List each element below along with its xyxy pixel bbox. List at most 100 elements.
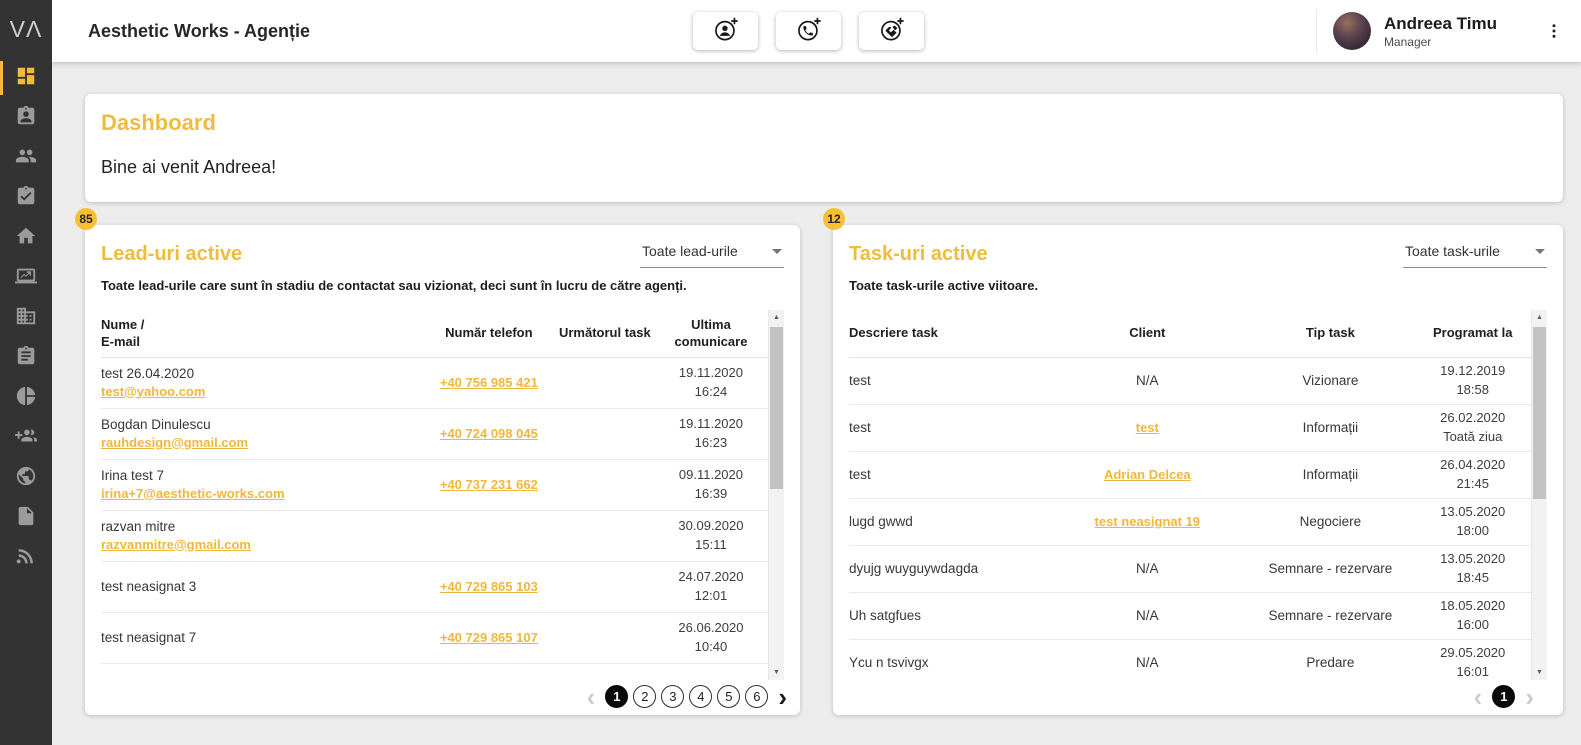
add-call-button[interactable] xyxy=(776,12,841,50)
dashboard-title: Dashboard xyxy=(101,110,216,136)
lead-phone-link[interactable]: +40 737 231 662 xyxy=(440,477,538,492)
page-title: Aesthetic Works - Agenție xyxy=(88,0,310,62)
lead-phone-link[interactable]: +40 729 865 103 xyxy=(440,579,538,594)
next-page-arrow[interactable]: › xyxy=(1525,687,1534,707)
lead-last-communication: 24.07.202012:01 xyxy=(658,568,764,606)
lead-email-link[interactable]: razvanmitre@gmail.com xyxy=(101,537,251,552)
task-description: dyujg wuyguywdagda xyxy=(849,561,978,576)
lead-name: test 26.04.2020 xyxy=(101,366,426,381)
sidebar-item-building[interactable] xyxy=(0,298,52,338)
building-icon xyxy=(15,305,37,332)
tasks-filter-value: Toate task-urile xyxy=(1405,243,1500,259)
add-deal-button[interactable] xyxy=(859,12,924,50)
tasks-rows: test N/A Vizionare 19.12.201918:58 test … xyxy=(849,358,1547,681)
lead-last-communication: 19.11.202016:23 xyxy=(658,415,764,453)
lead-email-link[interactable]: rauhdesign@gmail.com xyxy=(101,435,248,450)
person-add-circle-icon xyxy=(712,16,739,46)
top-header: Aesthetic Works - Agenție xyxy=(52,0,1581,62)
lead-row: test neasignat 3 +40 729 865 103 24.07.2… xyxy=(101,562,784,613)
lead-name: Nushi xyxy=(101,681,426,682)
sidebar-item-contact-badge[interactable] xyxy=(0,98,52,138)
leads-filter-select[interactable]: Toate lead-urile xyxy=(640,241,784,268)
lead-phone-link[interactable]: +40 724 098 045 xyxy=(440,426,538,441)
sidebar-item-clipboard[interactable] xyxy=(0,338,52,378)
task-description: test xyxy=(849,420,871,435)
sidebar-item-laptop-chart[interactable] xyxy=(0,258,52,298)
person-add-icon xyxy=(15,425,37,452)
sidebar-item-document[interactable] xyxy=(0,498,52,538)
task-type: Semnare - rezervare xyxy=(1268,561,1392,576)
task-description: test xyxy=(849,467,871,482)
tasks-panel-title: Task-uri active xyxy=(849,243,988,266)
page-button-2[interactable]: 2 xyxy=(633,685,656,708)
lead-last-communication: 26.06.2020 xyxy=(658,680,764,681)
task-type: Informații xyxy=(1303,467,1359,482)
kebab-menu-icon[interactable] xyxy=(1545,22,1563,40)
app-logo: VΛ xyxy=(0,0,52,58)
lead-email-link[interactable]: irina+7@aesthetic-works.com xyxy=(101,486,285,501)
rss-icon xyxy=(15,545,37,572)
task-client: N/A xyxy=(1136,655,1159,670)
task-client-link[interactable]: Adrian Delcea xyxy=(1104,467,1191,482)
prev-page-arrow[interactable]: ‹ xyxy=(1474,687,1483,707)
scroll-thumb[interactable] xyxy=(1533,327,1546,499)
lead-email-link[interactable]: test@yahoo.com xyxy=(101,384,205,399)
sidebar-item-rss[interactable] xyxy=(0,538,52,578)
task-row: Uh satgfues N/A Semnare - rezervare 18.0… xyxy=(849,593,1547,640)
lead-row: Irina test 7 irina+7@aesthetic-works.com… xyxy=(101,460,784,511)
scroll-down-icon[interactable]: ▼ xyxy=(769,669,784,676)
clipboard-icon xyxy=(15,345,37,372)
page-button-1[interactable]: 1 xyxy=(605,685,628,708)
welcome-message: Bine ai venit Andreea! xyxy=(101,157,276,178)
user-menu[interactable]: Andreea Timu Manager xyxy=(1316,0,1569,62)
page-button-1[interactable]: 1 xyxy=(1492,685,1515,708)
main-content: Dashboard Bine ai venit Andreea! 85 Lead… xyxy=(52,62,1581,745)
tasks-table-scrollbar[interactable]: ▲ ▼ xyxy=(1531,310,1547,680)
tasks-filter-select[interactable]: Toate task-urile xyxy=(1403,241,1547,268)
lead-phone-link[interactable]: +40 729 865 107 xyxy=(440,630,538,645)
prev-page-arrow[interactable]: ‹ xyxy=(587,687,596,707)
user-role: Manager xyxy=(1384,35,1497,49)
sidebar-item-clipboard-check[interactable] xyxy=(0,178,52,218)
dashboard-icon xyxy=(15,65,37,92)
avatar[interactable] xyxy=(1333,12,1371,50)
col-phone: Număr telefon xyxy=(426,325,552,341)
phone-add-circle-icon xyxy=(795,16,822,46)
scroll-up-icon[interactable]: ▲ xyxy=(769,314,784,321)
task-type: Negociere xyxy=(1300,514,1362,529)
globe-icon xyxy=(15,465,37,492)
tasks-count-badge: 12 xyxy=(823,208,845,230)
task-client-link[interactable]: test neasignat 19 xyxy=(1095,514,1201,529)
page-button-5[interactable]: 5 xyxy=(717,685,740,708)
lead-phone-link[interactable]: +40 756 985 421 xyxy=(440,375,538,390)
task-description: Ycu n tsvivgx xyxy=(849,655,929,670)
sidebar-item-home[interactable] xyxy=(0,218,52,258)
scroll-thumb[interactable] xyxy=(770,327,783,489)
tasks-table-header: Descriere task Client Tip task Programat… xyxy=(849,310,1547,358)
task-client-link[interactable]: test xyxy=(1136,420,1159,435)
page-button-3[interactable]: 3 xyxy=(661,685,684,708)
col-next-task: Următorul task xyxy=(552,325,658,341)
leads-panel-description: Toate lead-urile care sunt în stadiu de … xyxy=(101,278,784,293)
leads-pagination: ‹ 123456 › xyxy=(582,685,792,708)
task-row: test test Informații 26.02.2020Toată ziu… xyxy=(849,405,1547,452)
leads-panel-title: Lead-uri active xyxy=(101,243,242,266)
lead-name: Bogdan Dinulescu xyxy=(101,417,426,432)
people-icon xyxy=(15,145,37,172)
page-button-6[interactable]: 6 xyxy=(745,685,768,708)
add-contact-button[interactable] xyxy=(693,12,758,50)
sidebar-item-globe[interactable] xyxy=(0,458,52,498)
sidebar-item-dashboard[interactable] xyxy=(0,58,52,98)
next-page-arrow[interactable]: › xyxy=(778,687,787,707)
lead-name: razvan mitre xyxy=(101,519,426,534)
tasks-panel-description: Toate task-urile active viitoare. xyxy=(849,278,1547,293)
sidebar-item-people[interactable] xyxy=(0,138,52,178)
scroll-up-icon[interactable]: ▲ xyxy=(1532,314,1547,321)
task-type: Vizionare xyxy=(1302,373,1358,388)
leads-table-scrollbar[interactable]: ▲ ▼ xyxy=(768,310,784,680)
page-button-4[interactable]: 4 xyxy=(689,685,712,708)
scroll-down-icon[interactable]: ▼ xyxy=(1532,669,1547,676)
sidebar-item-pie-chart[interactable] xyxy=(0,378,52,418)
task-scheduled-at: 26.02.2020Toată ziua xyxy=(1418,409,1526,447)
sidebar-item-person-add[interactable] xyxy=(0,418,52,458)
